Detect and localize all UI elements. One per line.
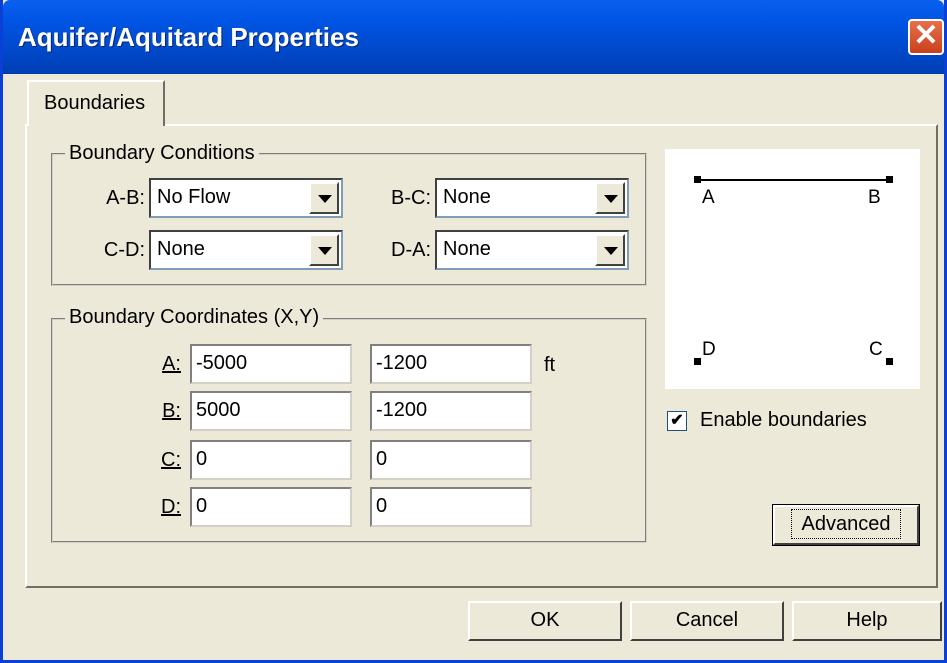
coord-d-y-input[interactable]: 0 bbox=[370, 487, 532, 527]
unit-label: ft bbox=[544, 354, 556, 376]
ab-condition-value: No Flow bbox=[157, 186, 231, 208]
point-b-marker bbox=[886, 176, 893, 183]
coord-a-label: A: bbox=[162, 353, 181, 375]
boundary-conditions-title: Boundary Conditions bbox=[65, 142, 259, 165]
cd-label: C-D: bbox=[103, 239, 145, 261]
da-condition-value: None bbox=[443, 238, 491, 260]
point-d-marker bbox=[694, 358, 701, 365]
cancel-button[interactable]: Cancel bbox=[630, 601, 784, 641]
ok-button[interactable]: OK bbox=[468, 601, 622, 641]
title-bar[interactable]: Aquifer/Aquitard Properties ✕ bbox=[3, 0, 944, 74]
coord-c-label: C: bbox=[161, 449, 181, 471]
advanced-button-label: Advanced bbox=[790, 509, 902, 539]
coord-d-label: D: bbox=[161, 496, 181, 518]
close-button[interactable]: ✕ bbox=[908, 19, 944, 55]
bc-label: B-C: bbox=[391, 187, 431, 209]
point-d-label: D bbox=[702, 339, 716, 360]
advanced-button[interactable]: Advanced bbox=[772, 504, 920, 546]
boundary-preview: A B D C bbox=[665, 149, 920, 389]
coord-c-y-input[interactable]: 0 bbox=[370, 440, 532, 480]
enable-boundaries-checkbox[interactable]: ✔ bbox=[667, 411, 687, 431]
chevron-down-icon[interactable] bbox=[595, 234, 625, 266]
bc-condition-value: None bbox=[443, 186, 491, 208]
bc-condition-select[interactable]: None bbox=[435, 178, 629, 218]
point-a-marker bbox=[694, 176, 701, 183]
chevron-down-icon[interactable] bbox=[309, 182, 339, 214]
da-condition-select[interactable]: None bbox=[435, 230, 629, 270]
tab-label: Boundaries bbox=[44, 92, 146, 114]
point-a-label: A bbox=[702, 187, 715, 208]
coord-d-x-input[interactable]: 0 bbox=[190, 487, 352, 527]
close-icon: ✕ bbox=[913, 19, 939, 52]
cd-condition-value: None bbox=[157, 238, 205, 260]
coord-a-x-input[interactable]: -5000 bbox=[190, 344, 352, 384]
boundary-coordinates-title: Boundary Coordinates (X,Y) bbox=[65, 306, 324, 329]
help-button[interactable]: Help bbox=[792, 601, 942, 641]
coord-a-y-input[interactable]: -1200 bbox=[370, 344, 532, 384]
da-label: D-A: bbox=[391, 239, 431, 261]
chevron-down-icon[interactable] bbox=[595, 182, 625, 214]
coord-b-x-input[interactable]: 5000 bbox=[190, 391, 352, 431]
chevron-down-icon[interactable] bbox=[309, 234, 339, 266]
ab-label: A-B: bbox=[106, 187, 145, 209]
dialog-window: Aquifer/Aquitard Properties ✕ Boundaries… bbox=[0, 0, 947, 663]
window-title: Aquifer/Aquitard Properties bbox=[18, 22, 359, 52]
coord-c-x-input[interactable]: 0 bbox=[190, 440, 352, 480]
point-c-label: C bbox=[869, 339, 883, 360]
coord-b-y-input[interactable]: -1200 bbox=[370, 391, 532, 431]
checkmark-icon: ✔ bbox=[670, 412, 684, 429]
cd-condition-select[interactable]: None bbox=[149, 230, 343, 270]
coord-b-label: B: bbox=[162, 400, 181, 422]
ab-condition-select[interactable]: No Flow bbox=[149, 178, 343, 218]
tab-boundaries[interactable]: Boundaries bbox=[27, 80, 165, 126]
enable-boundaries-label[interactable]: Enable boundaries bbox=[700, 409, 867, 432]
point-c-marker bbox=[886, 358, 893, 365]
point-b-label: B bbox=[868, 187, 881, 208]
